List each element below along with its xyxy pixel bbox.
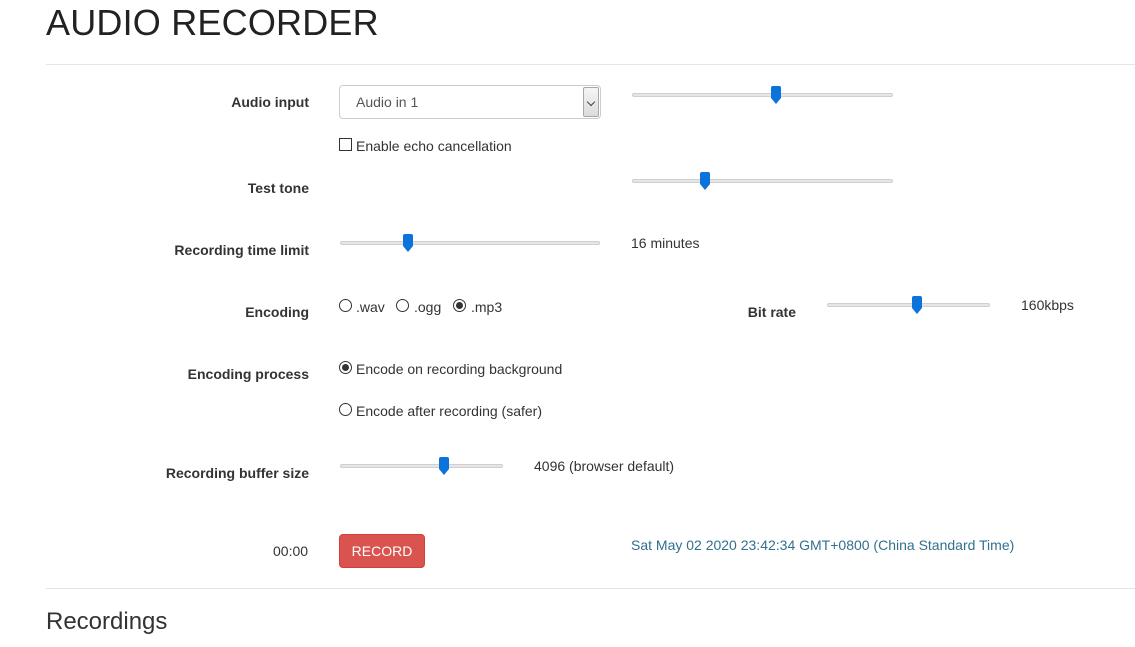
recordings-title: Recordings [46,608,168,635]
current-date: Sat May 02 2020 23:42:34 GMT+0800 (China… [631,537,1015,553]
encoding-ogg-radio[interactable] [396,299,409,312]
chevron-down-icon[interactable] [583,87,599,117]
time-limit-label: Recording time limit [174,242,309,258]
echo-cancellation-checkbox[interactable] [339,138,352,151]
echo-cancellation-label: Enable echo cancellation [356,138,512,154]
audio-input-label: Audio input [231,94,309,110]
slider-track [340,241,600,245]
page-title: AUDIO RECORDER [46,2,379,43]
slider-track [632,179,893,183]
encoding-wav-label: .wav [356,299,385,315]
bitrate-label: Bit rate [747,304,796,320]
buffer-size-value: 4096 (browser default) [534,458,675,474]
encoding-ogg-label: .ogg [414,299,442,315]
encoding-mp3-radio[interactable] [453,299,466,312]
encoding-process-label: Encoding process [187,366,309,382]
encoding-label: Encoding [245,304,309,320]
divider [46,588,1135,589]
buffer-size-slider[interactable] [340,457,503,475]
slider-thumb[interactable] [402,234,413,252]
record-button[interactable]: RECORD [339,534,425,568]
test-tone-slider[interactable] [632,172,893,190]
encode-after-label: Encode after recording (safer) [356,403,542,419]
slider-thumb[interactable] [911,296,922,314]
encode-after-radio[interactable] [339,403,352,416]
time-limit-value: 16 minutes [631,235,700,251]
slider-track [632,93,893,97]
bitrate-value: 160kbps [1021,297,1074,313]
recording-timer: 00:00 [273,543,309,559]
slider-track [827,303,990,307]
slider-thumb[interactable] [439,457,450,475]
encoding-mp3-label: .mp3 [471,299,503,315]
encode-background-label: Encode on recording background [356,361,563,377]
time-limit-slider[interactable] [340,234,600,252]
bitrate-slider[interactable] [827,296,990,314]
slider-track [340,464,503,468]
audio-input-selected: Audio in 1 [356,94,419,110]
test-tone-label: Test tone [247,180,309,196]
buffer-size-label: Recording buffer size [165,465,309,481]
slider-thumb[interactable] [770,86,781,104]
slider-thumb[interactable] [700,172,711,190]
audio-input-volume-slider[interactable] [632,86,893,104]
audio-input-select[interactable]: Audio in 1 [339,85,601,119]
encode-background-radio[interactable] [339,361,352,374]
divider [46,64,1135,65]
encoding-wav-radio[interactable] [339,299,352,312]
